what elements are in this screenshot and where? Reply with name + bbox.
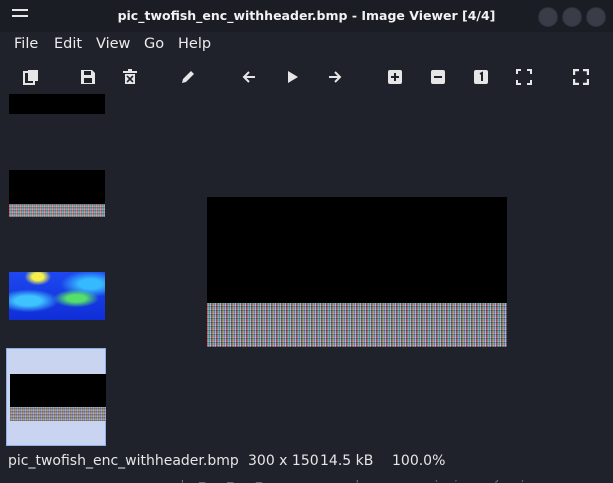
play-icon[interactable] (281, 66, 303, 88)
zoom-out-icon[interactable] (427, 66, 449, 88)
thumbnail-4-selected[interactable] (6, 348, 106, 446)
menu-edit[interactable]: Edit (54, 36, 82, 52)
status-filename: pic_twofish_enc_withheader.bmp (8, 453, 239, 469)
thumbnail-noise (9, 204, 105, 217)
menu-help[interactable]: Help (178, 36, 211, 52)
status-zoom: 100.0% (392, 453, 446, 469)
menu-go[interactable]: Go (144, 36, 164, 52)
thumbnail-image (9, 170, 105, 204)
delete-icon[interactable] (119, 66, 141, 88)
edit-icon[interactable] (177, 66, 199, 88)
zoom-in-icon[interactable] (384, 66, 406, 88)
copy-icon[interactable] (20, 66, 42, 88)
menu-view[interactable]: View (96, 36, 130, 52)
maximize-button[interactable] (562, 7, 582, 27)
image-encrypted-region (207, 303, 507, 347)
thumbnail-sidebar[interactable] (0, 94, 112, 450)
minimize-button[interactable] (538, 7, 558, 27)
menu-bar: File Edit View Go Help (0, 32, 613, 58)
toolbar (0, 60, 613, 94)
fit-window-icon[interactable] (513, 66, 535, 88)
thumbnail-image (10, 374, 106, 407)
save-icon[interactable] (77, 66, 99, 88)
thumbnail-noise (10, 407, 106, 421)
thumbnail-image (9, 272, 105, 320)
image-header-region (207, 197, 507, 303)
fullscreen-icon[interactable] (570, 66, 592, 88)
menu-file[interactable]: File (14, 36, 38, 52)
previous-icon[interactable] (238, 66, 260, 88)
thumbnail-image (9, 94, 105, 114)
window-title: pic_twofish_enc_withheader.bmp - Image V… (117, 8, 496, 23)
next-icon[interactable] (324, 66, 346, 88)
status-bar: pic_twofish_enc_withheader.bmp 300 x 150… (0, 450, 613, 480)
actual-size-icon[interactable] (470, 66, 492, 88)
close-button[interactable] (586, 7, 606, 27)
title-bar: pic_twofish_enc_withheader.bmp - Image V… (0, 0, 613, 32)
status-filesize: 14.5 kB (320, 453, 374, 469)
thumbnail-2[interactable] (6, 168, 106, 266)
image-canvas[interactable] (207, 197, 507, 347)
status-dimensions: 300 x 150 (248, 453, 319, 469)
